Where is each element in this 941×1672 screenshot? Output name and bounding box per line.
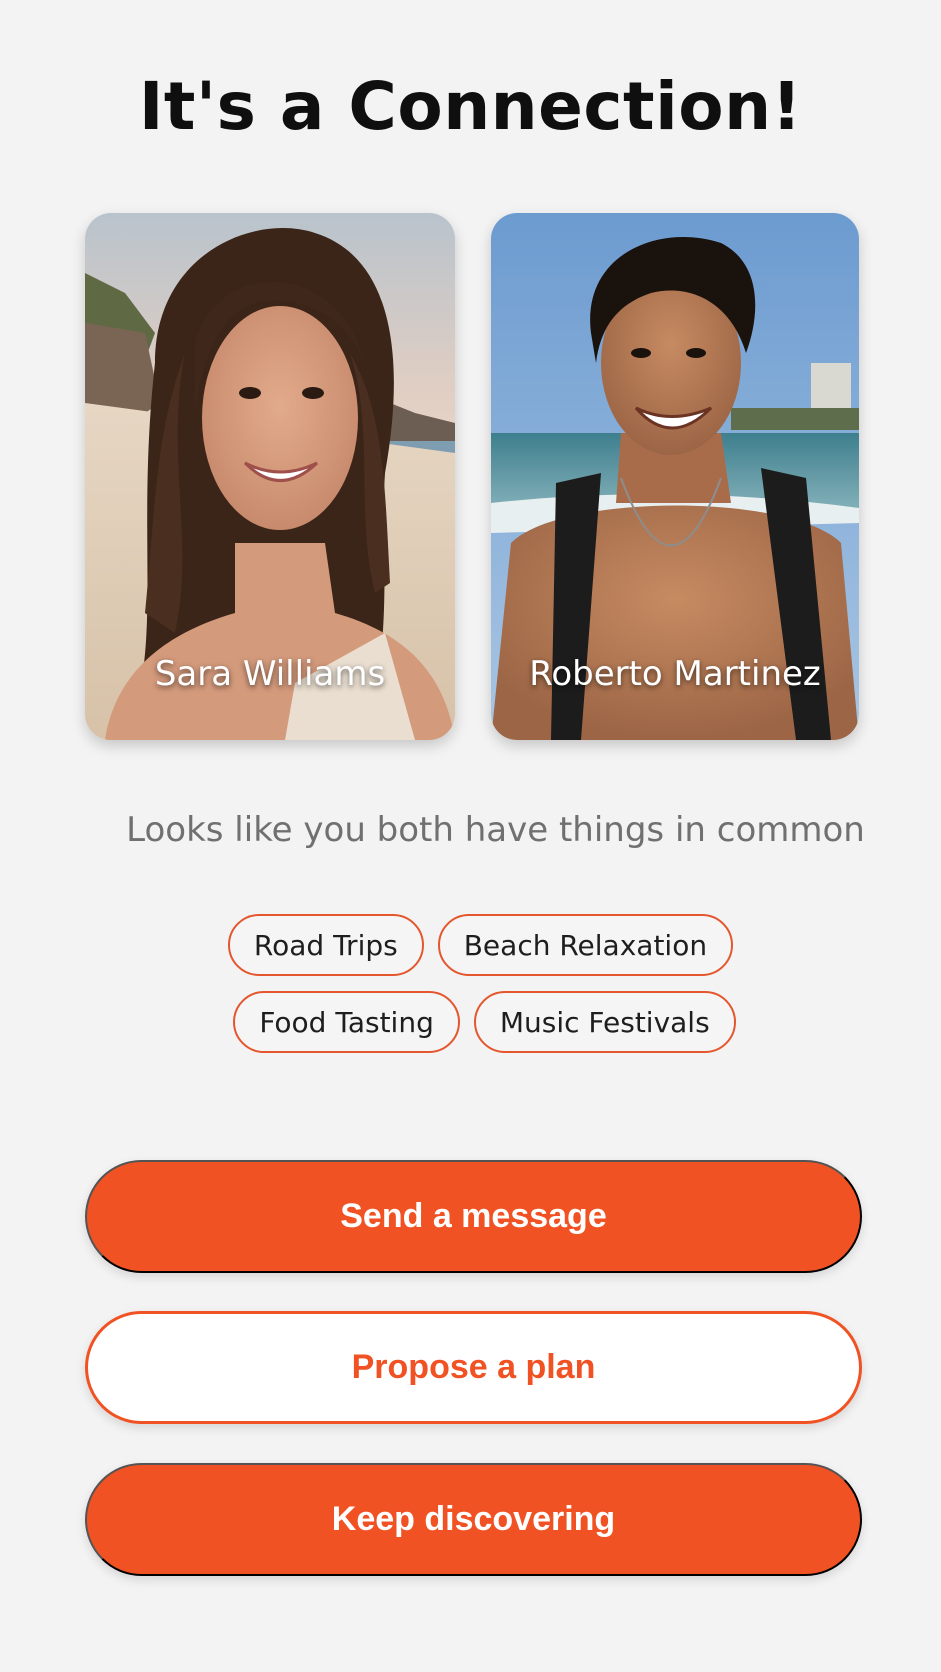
interest-tag: Food Tasting <box>233 991 460 1053</box>
keep-discovering-button[interactable]: Keep discovering <box>85 1463 862 1576</box>
page-title: It's a Connection! <box>138 68 803 145</box>
interest-tag: Beach Relaxation <box>437 914 734 976</box>
profile-name-roberto: Roberto Martinez <box>529 654 821 694</box>
profile-name-sara: Sara Williams <box>154 654 386 694</box>
send-message-button[interactable]: Send a message <box>85 1160 862 1273</box>
interest-tag: Music Festivals <box>473 991 736 1053</box>
interest-tags: Road Trips Beach Relaxation Food Tasting… <box>0 914 941 1068</box>
connection-screen: It's a Connection! Sara Williams Roberto… <box>0 0 941 1672</box>
propose-plan-button[interactable]: Propose a plan <box>85 1311 862 1424</box>
profile-card-roberto[interactable]: Roberto Martinez <box>491 213 859 740</box>
common-interests-subtitle: Looks like you both have things in commo… <box>126 810 865 850</box>
interest-tag: Road Trips <box>227 914 424 976</box>
profile-card-sara[interactable]: Sara Williams <box>85 213 455 740</box>
